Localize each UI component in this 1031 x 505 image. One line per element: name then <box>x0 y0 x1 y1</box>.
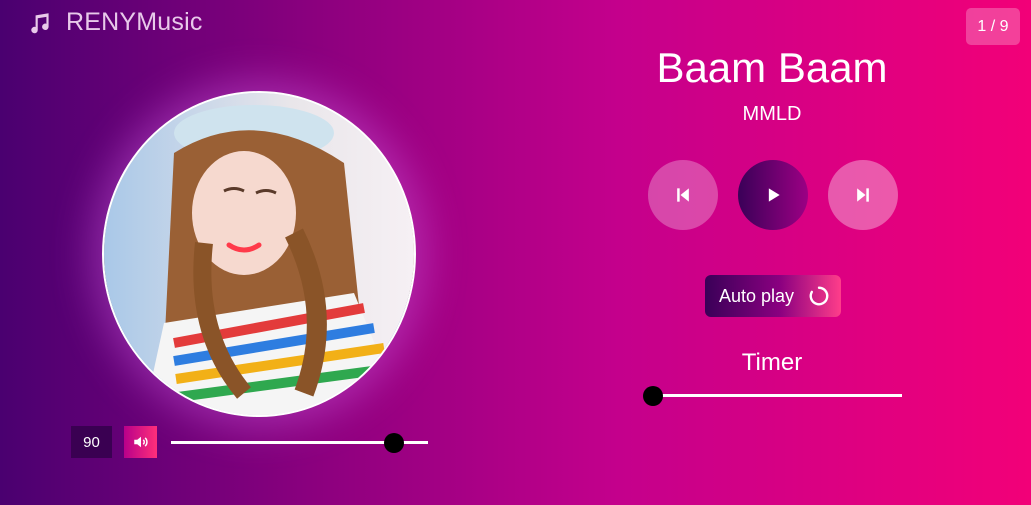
previous-button[interactable] <box>648 160 718 230</box>
play-icon <box>768 188 780 202</box>
volume-slider-thumb[interactable] <box>384 433 405 453</box>
music-note-icon <box>31 12 49 33</box>
mute-button[interactable] <box>124 426 157 458</box>
album-art-image <box>104 93 414 415</box>
song-title: Baam Baam <box>656 44 888 91</box>
volume-control: 90 <box>71 426 428 458</box>
app-title: RENYMusic <box>66 8 203 36</box>
next-button[interactable] <box>828 160 898 230</box>
playlist-position-badge: 1 / 9 <box>966 8 1020 45</box>
play-button[interactable] <box>738 160 808 230</box>
timer-slider[interactable] <box>643 386 902 406</box>
skip-next-icon <box>857 188 869 202</box>
loop-icon <box>809 286 829 306</box>
timer-label: Timer <box>741 349 803 376</box>
skip-previous-icon <box>677 188 689 202</box>
album-art <box>102 91 416 417</box>
app-brand: RENYMusic <box>28 8 203 37</box>
artist-name: MMLD <box>742 103 802 125</box>
timer-slider-thumb[interactable] <box>643 386 663 406</box>
speaker-icon <box>133 436 148 448</box>
volume-slider[interactable] <box>171 433 428 453</box>
volume-value: 90 <box>71 426 112 458</box>
autoplay-label: Auto play <box>719 285 795 306</box>
autoplay-button[interactable]: Auto play <box>705 275 841 317</box>
